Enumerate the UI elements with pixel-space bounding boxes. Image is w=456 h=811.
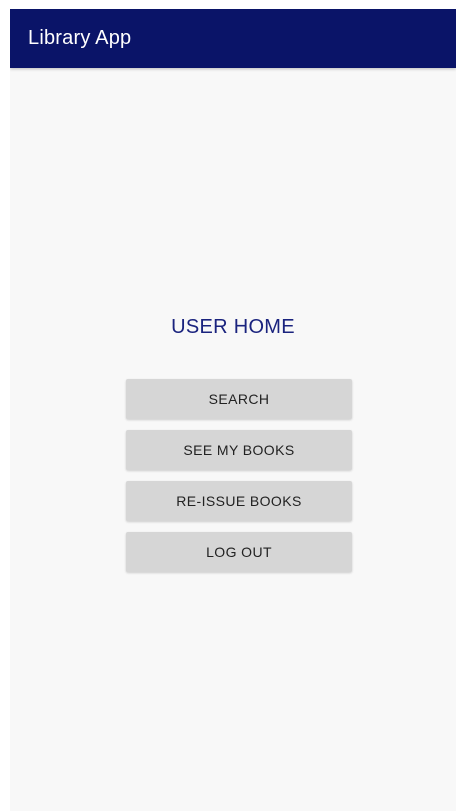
user-menu: SEARCH SEE MY BOOKS RE-ISSUE BOOKS LOG O…: [126, 379, 352, 583]
see-my-books-button[interactable]: SEE MY BOOKS: [126, 430, 352, 470]
reissue-books-button[interactable]: RE-ISSUE BOOKS: [126, 481, 352, 521]
search-button[interactable]: SEARCH: [126, 379, 352, 419]
app-title: Library App: [28, 27, 132, 49]
app-bar: Library App: [10, 9, 456, 68]
page-title: USER HOME: [171, 316, 295, 338]
log-out-button[interactable]: LOG OUT: [126, 532, 352, 572]
app-screen: Library App USER HOME SEARCH SEE MY BOOK…: [10, 9, 456, 811]
